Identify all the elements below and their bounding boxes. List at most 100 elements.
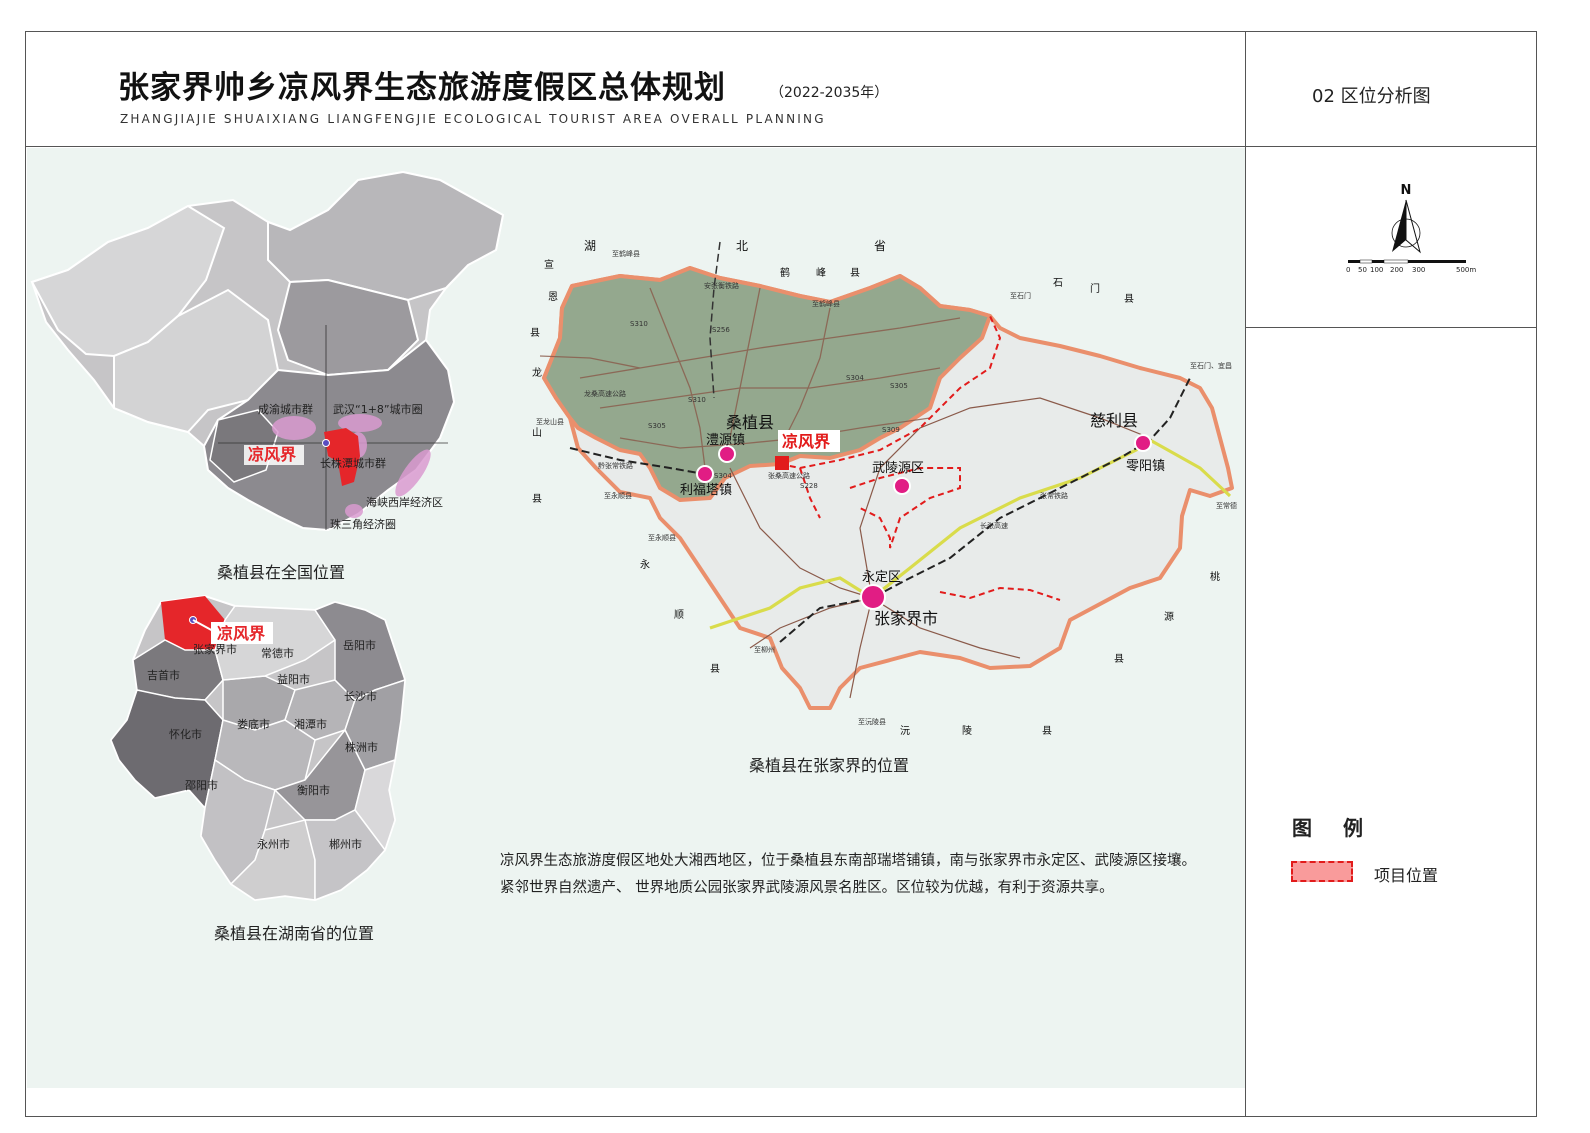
- city-label: 娄底市: [237, 717, 270, 731]
- neighbor-label: 县: [1042, 725, 1052, 737]
- city-label: 永州市: [257, 837, 290, 851]
- zhangjiajie-map-caption: 桑植县在张家界的位置: [749, 756, 910, 775]
- hunan-map-caption: 桑植县在湖南省的位置: [214, 924, 375, 943]
- road-label: S310: [688, 396, 706, 404]
- destination-label: 至鹤峰县: [812, 299, 840, 308]
- city-label: 常德市: [261, 646, 294, 660]
- city-label: 长沙市: [344, 689, 377, 703]
- city-point: [860, 584, 886, 610]
- neighbor-label: 县: [710, 663, 720, 675]
- page-title: 张家界帅乡凉风界生态旅游度假区总体规划: [118, 70, 726, 106]
- neighbor-label: 省: [874, 239, 886, 253]
- compass-rose: N 0 50 100 200 300 500m: [1346, 183, 1476, 274]
- city-label: 郴州市: [329, 837, 362, 851]
- zhangjiajie-map: 凉风界 桑植县 澧源镇 利福塔镇 武陵源区 慈利县 零阳镇 永定区 张家界市 湖…: [530, 238, 1237, 737]
- sheet-title: 02 区位分析图: [1312, 86, 1431, 107]
- scale-label: 200: [1390, 266, 1403, 274]
- road-name: 长张高速: [980, 521, 1008, 530]
- town-label: 澧源镇: [706, 433, 745, 448]
- project-label: 凉风界: [782, 432, 830, 451]
- town-point: [718, 445, 736, 463]
- project-point: [322, 439, 330, 447]
- road-label: S309: [882, 426, 900, 434]
- project-label: 凉风界: [248, 445, 296, 464]
- sidebar-divider: [1245, 31, 1246, 1117]
- china-map: 凉风界 成渝城市群 武汉“1+8”城市圈 长株潭城市群 海峡西岸经济区 珠三角经…: [30, 170, 505, 532]
- destination-label: 至永顺县: [648, 533, 676, 542]
- destination-label: 至石门: [1010, 291, 1031, 300]
- scale-label: 0: [1346, 266, 1350, 274]
- cluster-label: 海峡西岸经济区: [366, 495, 443, 509]
- neighbor-label: 顺: [674, 609, 684, 621]
- project-label: 凉风界: [217, 624, 265, 643]
- destination-label: 至柳州: [754, 645, 775, 654]
- cluster-label: 武汉“1+8”城市圈: [333, 402, 423, 416]
- cluster-label: 成渝城市群: [258, 402, 313, 416]
- city-label: 吉首市: [147, 668, 180, 682]
- neighbor-label: 北: [736, 239, 748, 253]
- neighbor-label: 县: [1114, 653, 1124, 665]
- neighbor-label: 沅: [900, 724, 910, 737]
- scale-label: 300: [1412, 266, 1425, 274]
- town-point: [696, 465, 714, 483]
- neighbor-label: 县: [530, 327, 540, 339]
- town-label: 永定区: [862, 570, 901, 585]
- city-label: 邵阳市: [185, 778, 218, 792]
- legend-title: 图 例: [1292, 816, 1375, 840]
- neighbor-label: 山: [532, 427, 542, 439]
- page-title-year: （2022-2035年）: [770, 85, 889, 101]
- neighbor-label: 石: [1053, 278, 1063, 289]
- town-point: [893, 477, 911, 495]
- neighbor-label: 桃: [1210, 570, 1220, 583]
- destination-label: 至石门、宜昌: [1190, 361, 1232, 370]
- neighbor-label: 永: [640, 558, 650, 571]
- road-label: S256: [712, 326, 730, 334]
- cluster-label: 珠三角经济圈: [330, 517, 396, 531]
- destination-label: 至常德: [1216, 501, 1237, 510]
- road-label: S304: [846, 374, 864, 382]
- destination-label: 至龙山县: [536, 417, 564, 426]
- scale-label: 50: [1358, 266, 1367, 274]
- city-label: 岳阳市: [343, 638, 376, 652]
- neighbor-label: 湖: [584, 238, 596, 253]
- county-label: 桑植县: [726, 413, 774, 432]
- town-label: 慈利县: [1090, 411, 1138, 430]
- compass-divider: [1245, 327, 1537, 328]
- description-text: 凉风界生态旅游度假区地处大湘西地区，位于桑植县东南部瑞塔铺镇，南与张家界市永定区…: [500, 853, 1196, 896]
- neighbor-label: 陵: [962, 725, 972, 737]
- neighbor-label: 县: [532, 493, 542, 505]
- road-label: S304: [714, 472, 732, 480]
- cluster-label: 长株潭城市群: [320, 456, 386, 470]
- scale-label: 500m: [1456, 266, 1476, 274]
- neighbor-label: 门: [1090, 282, 1100, 295]
- cluster-chengyu: [272, 416, 316, 440]
- road-name: 龙桑高速公路: [584, 389, 626, 398]
- neighbor-label: 宣: [544, 258, 554, 271]
- town-label: 零阳镇: [1126, 459, 1165, 474]
- neighbor-label: 鹤: [780, 266, 790, 279]
- town-label: 利福塔镇: [680, 483, 732, 498]
- road-name: 张桑高速公路: [768, 471, 810, 480]
- neighbor-label: 县: [1124, 293, 1134, 305]
- destination-label: 至鹤峰县: [612, 249, 640, 258]
- city-label: 张家界市: [874, 609, 938, 628]
- road-name: 黔张常铁路: [598, 461, 633, 470]
- road-name: 安张衡铁路: [704, 281, 739, 290]
- city-label: 衡阳市: [297, 783, 330, 797]
- city-label: 湘潭市: [294, 717, 327, 731]
- destination-label: 至永顺县: [604, 491, 632, 500]
- road-label: S305: [648, 422, 666, 430]
- road-label: S228: [800, 482, 818, 490]
- road-name: 张常铁路: [1040, 491, 1068, 500]
- city-label: 株洲市: [345, 740, 378, 754]
- north-label: N: [1401, 183, 1412, 198]
- destination-label: 至沅陵县: [858, 717, 886, 726]
- city-label: 怀化市: [169, 727, 202, 741]
- town-point: [1134, 434, 1152, 452]
- legend-label-project: 项目位置: [1374, 866, 1439, 885]
- neighbor-label: 峰: [816, 267, 826, 279]
- page-subtitle-en: ZHANGJIAJIE SHUAIXIANG LIANGFENGJIE ECOL…: [120, 112, 826, 126]
- road-label: S310: [630, 320, 648, 328]
- town-label: 武陵源区: [872, 461, 924, 476]
- project-site-marker: [775, 456, 789, 470]
